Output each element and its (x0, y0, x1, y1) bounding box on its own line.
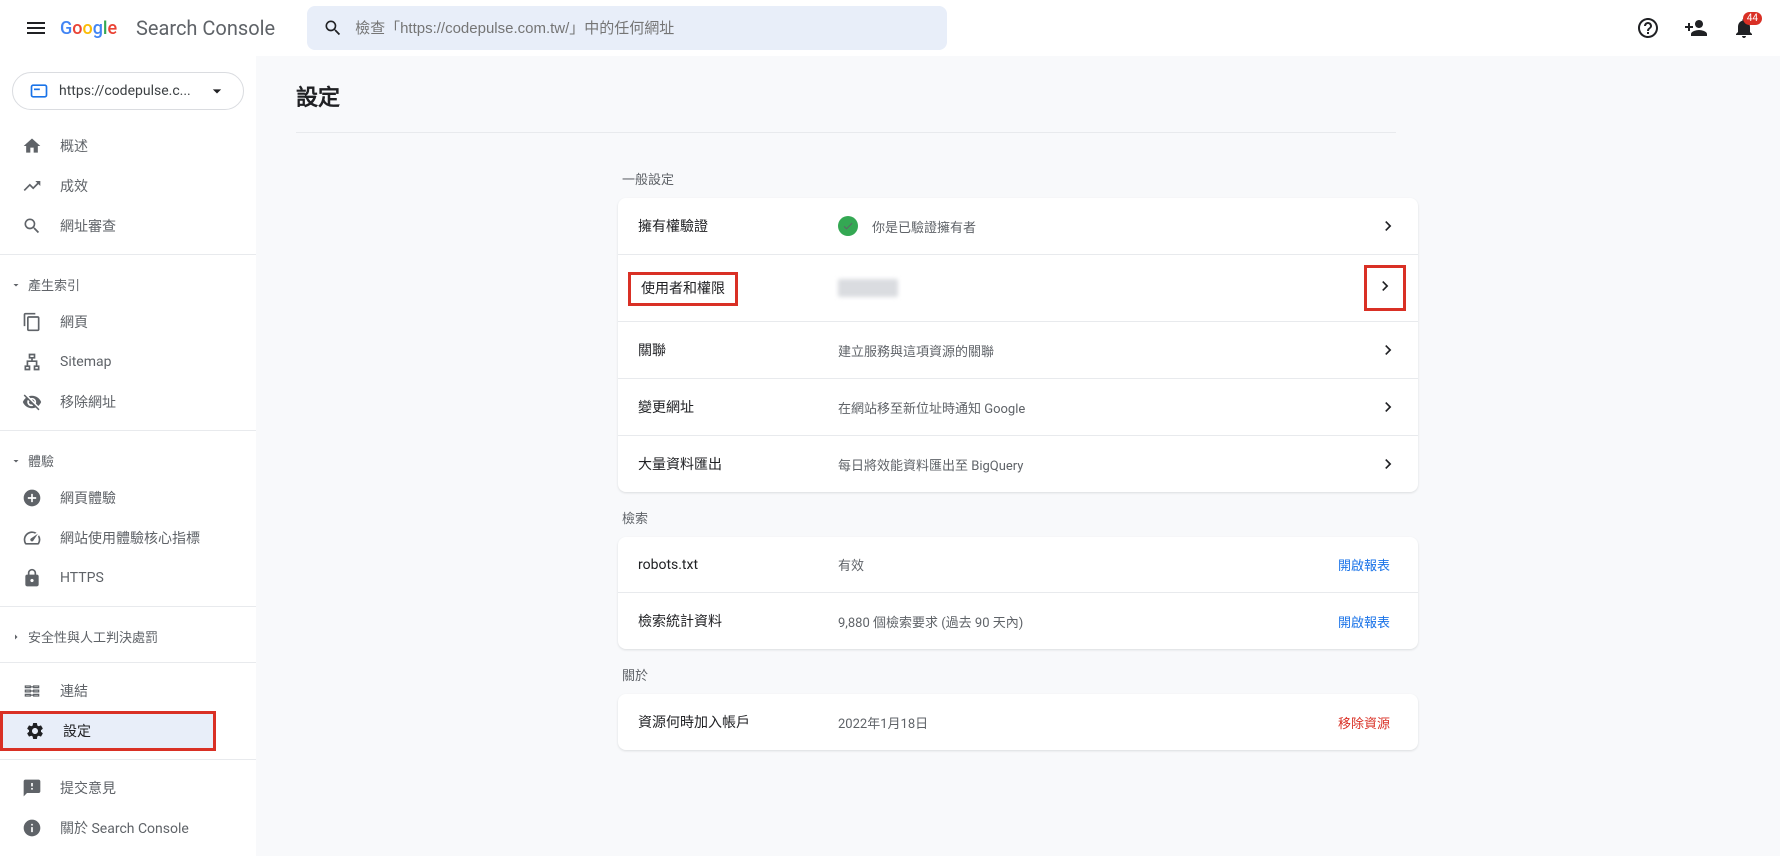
links-icon (22, 681, 42, 701)
nav-settings[interactable]: 設定 (0, 711, 216, 751)
main-content: 設定 一般設定 擁有權驗證 你是已驗證擁有者 使用者和權限 (256, 56, 1780, 856)
crawl-card: robots.txt 有效 開啟報表 檢索統計資料 9,880 個檢索要求 (過… (618, 537, 1418, 649)
header: Google Search Console 44 (0, 0, 1780, 56)
dropdown-icon (207, 81, 227, 101)
row-associations[interactable]: 關聯 建立服務與這項資源的關聯 (618, 322, 1418, 379)
row-bulk-export[interactable]: 大量資料匯出 每日將效能資料匯出至 BigQuery (618, 436, 1418, 492)
search-input[interactable] (355, 20, 931, 37)
nav-overview[interactable]: 概述 (0, 126, 232, 166)
help-button[interactable] (1628, 8, 1668, 48)
help-icon (1636, 16, 1660, 40)
check-icon (838, 216, 858, 236)
general-card: 擁有權驗證 你是已驗證擁有者 使用者和權限 關聯 建立服務與這項資源的關聯 (618, 198, 1418, 492)
row-users[interactable]: 使用者和權限 (618, 255, 1418, 322)
nav-links[interactable]: 連結 (0, 671, 232, 711)
search-bar[interactable] (307, 6, 947, 50)
section-general-label: 一般設定 (622, 169, 1418, 188)
hamburger-icon (24, 16, 48, 40)
notifications-button[interactable]: 44 (1724, 8, 1764, 48)
lock-icon (22, 568, 42, 588)
nav-page-experience[interactable]: 網頁體驗 (0, 478, 232, 518)
search-icon (323, 18, 343, 38)
chevron-highlight (1364, 265, 1406, 311)
feedback-icon (22, 778, 42, 798)
google-logo-icon: Google (60, 16, 134, 40)
about-card: 資源何時加入帳戶 2022年1月18日 移除資源 (618, 694, 1418, 750)
users-button[interactable] (1676, 8, 1716, 48)
nav-about[interactable]: 關於 Search Console (0, 808, 232, 848)
nav-pages[interactable]: 網頁 (0, 302, 232, 342)
person-add-icon (1684, 16, 1708, 40)
trending-icon (22, 176, 42, 196)
speed-icon (22, 528, 42, 548)
property-selector[interactable]: https://codepulse.c... (12, 72, 244, 110)
nav-cwv[interactable]: 網站使用體驗核心指標 (0, 518, 232, 558)
section-experience[interactable]: 體驗 (0, 439, 256, 478)
chevron-right-icon (1378, 454, 1398, 474)
product-name: Search Console (136, 16, 275, 40)
plus-circle-icon (22, 488, 42, 508)
svg-text:Google: Google (60, 18, 118, 39)
chevron-right-icon (10, 631, 22, 643)
section-security[interactable]: 安全性與人工判決處罰 (0, 615, 256, 654)
row-added[interactable]: 資源何時加入帳戶 2022年1月18日 移除資源 (618, 694, 1418, 750)
row-robots[interactable]: robots.txt 有效 開啟報表 (618, 537, 1418, 593)
info-icon (22, 818, 42, 838)
section-crawl-label: 檢索 (622, 508, 1418, 527)
nav-sitemaps[interactable]: Sitemap (0, 342, 232, 382)
notification-badge: 44 (1743, 12, 1762, 25)
row-change-address[interactable]: 變更網址 在網站移至新位址時通知 Google (618, 379, 1418, 436)
nav-https[interactable]: HTTPS (0, 558, 232, 598)
row-crawl-stats[interactable]: 檢索統計資料 9,880 個檢索要求 (過去 90 天內) 開啟報表 (618, 593, 1418, 649)
sidebar: https://codepulse.c... 概述 成效 網址審查 產生索引 網… (0, 56, 256, 856)
page-title: 設定 (296, 80, 1396, 133)
chevron-right-icon (1378, 216, 1398, 236)
home-icon (22, 136, 42, 156)
menu-button[interactable] (16, 8, 56, 48)
chevron-right-icon (1375, 276, 1395, 296)
chevron-right-icon (1378, 397, 1398, 417)
pages-icon (22, 312, 42, 332)
property-text: https://codepulse.c... (59, 83, 207, 99)
section-about-label: 關於 (622, 665, 1418, 684)
sitemap-icon (22, 352, 42, 372)
search-icon (22, 216, 42, 236)
chevron-right-icon (1378, 340, 1398, 360)
redacted-value (838, 279, 898, 297)
chevron-down-icon (10, 455, 22, 467)
nav-feedback[interactable]: 提交意見 (0, 768, 232, 808)
row-ownership[interactable]: 擁有權驗證 你是已驗證擁有者 (618, 198, 1418, 255)
visibility-off-icon (22, 392, 42, 412)
settings-icon (25, 721, 45, 741)
chevron-down-icon (10, 279, 22, 291)
nav-removals[interactable]: 移除網址 (0, 382, 232, 422)
nav-url-inspection[interactable]: 網址審查 (0, 206, 232, 246)
section-indexing[interactable]: 產生索引 (0, 263, 256, 302)
logo[interactable]: Google Search Console (60, 16, 275, 40)
nav-performance[interactable]: 成效 (0, 166, 232, 206)
domain-icon (29, 81, 49, 101)
